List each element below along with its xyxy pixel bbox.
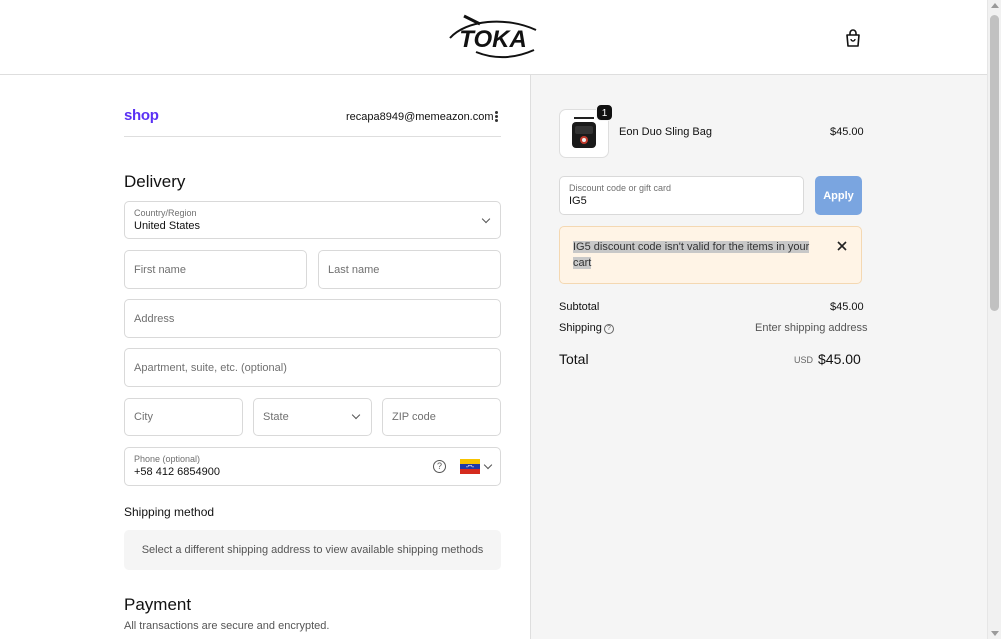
shipping-method-heading: Shipping method xyxy=(124,505,215,519)
delivery-heading: Delivery xyxy=(124,172,186,191)
apartment-field[interactable]: Apartment, suite, etc. (optional) xyxy=(124,348,501,387)
subtotal-label: Subtotal xyxy=(559,301,600,313)
question-circle-icon[interactable]: ? xyxy=(604,324,614,334)
state-placeholder: State xyxy=(263,411,289,423)
shipping-method-note: Select a different shipping address to v… xyxy=(124,530,501,570)
state-select[interactable]: State xyxy=(253,398,372,436)
phone-label: Phone (optional) xyxy=(134,454,201,464)
country-select[interactable]: Country/Region United States xyxy=(124,201,501,239)
zip-code-placeholder: ZIP code xyxy=(392,411,436,423)
subtotal-value: $45.00 xyxy=(830,301,864,313)
payment-heading: Payment xyxy=(124,595,192,614)
close-icon[interactable] xyxy=(836,240,848,252)
shipping-value: Enter shipping address xyxy=(755,322,868,334)
country-value: United States xyxy=(134,220,201,232)
total-label: Total xyxy=(559,351,589,367)
scroll-up-arrow-icon[interactable] xyxy=(991,3,999,8)
first-name-placeholder: First name xyxy=(134,263,186,276)
site-header: TOKA xyxy=(0,0,987,75)
first-name-field[interactable]: First name xyxy=(124,250,307,289)
product-name: Eon Duo Sling Bag xyxy=(619,126,712,138)
city-placeholder: City xyxy=(134,411,153,423)
chevron-down-icon xyxy=(351,410,361,420)
page-scrollbar[interactable] xyxy=(987,0,1001,639)
chevron-down-icon[interactable] xyxy=(483,460,493,470)
zip-code-field[interactable]: ZIP code xyxy=(382,398,501,436)
apply-discount-button[interactable]: Apply xyxy=(815,176,862,215)
payment-subtitle: All transactions are secure and encrypte… xyxy=(124,620,330,632)
address-field[interactable]: Address xyxy=(124,299,501,338)
kebab-icon[interactable] xyxy=(491,110,501,124)
toka-logo[interactable]: TOKA xyxy=(446,14,540,60)
scroll-down-arrow-icon[interactable] xyxy=(991,631,999,636)
discount-code-field[interactable]: Discount code or gift card IG5 xyxy=(559,176,804,215)
venezuela-flag-icon[interactable] xyxy=(460,459,480,474)
last-name-placeholder: Last name xyxy=(328,263,380,276)
last-name-field[interactable]: Last name xyxy=(318,250,501,289)
address-placeholder: Address xyxy=(134,312,175,325)
alert-message: IG5 discount code isn't valid for the it… xyxy=(573,241,810,269)
city-field[interactable]: City xyxy=(124,398,243,436)
discount-code-label: Discount code or gift card xyxy=(569,183,672,193)
total-currency: USD xyxy=(794,355,814,365)
quantity-badge: 1 xyxy=(596,104,613,121)
divider xyxy=(124,136,501,137)
chevron-down-icon xyxy=(481,214,491,224)
discount-error-alert: IG5 discount code isn't valid for the it… xyxy=(559,226,862,284)
shop-pay-logo[interactable]: shop xyxy=(124,107,159,124)
order-summary-panel xyxy=(530,75,987,639)
question-circle-icon[interactable]: ? xyxy=(433,460,446,473)
svg-text:TOKA: TOKA xyxy=(459,26,527,53)
phone-value: +58 412 6854900 xyxy=(134,466,220,478)
shopping-bag-icon[interactable] xyxy=(843,28,863,48)
shipping-label: Shipping xyxy=(559,322,602,334)
country-label: Country/Region xyxy=(134,208,197,218)
phone-field[interactable]: Phone (optional) +58 412 6854900 ? xyxy=(124,447,501,486)
discount-code-value: IG5 xyxy=(569,195,587,207)
product-price: $45.00 xyxy=(830,126,864,138)
scrollbar-thumb[interactable] xyxy=(990,15,999,311)
account-email: recapa8949@memeazon.com xyxy=(346,111,494,123)
total-value: $45.00 xyxy=(818,351,861,367)
apartment-placeholder: Apartment, suite, etc. (optional) xyxy=(134,361,287,374)
